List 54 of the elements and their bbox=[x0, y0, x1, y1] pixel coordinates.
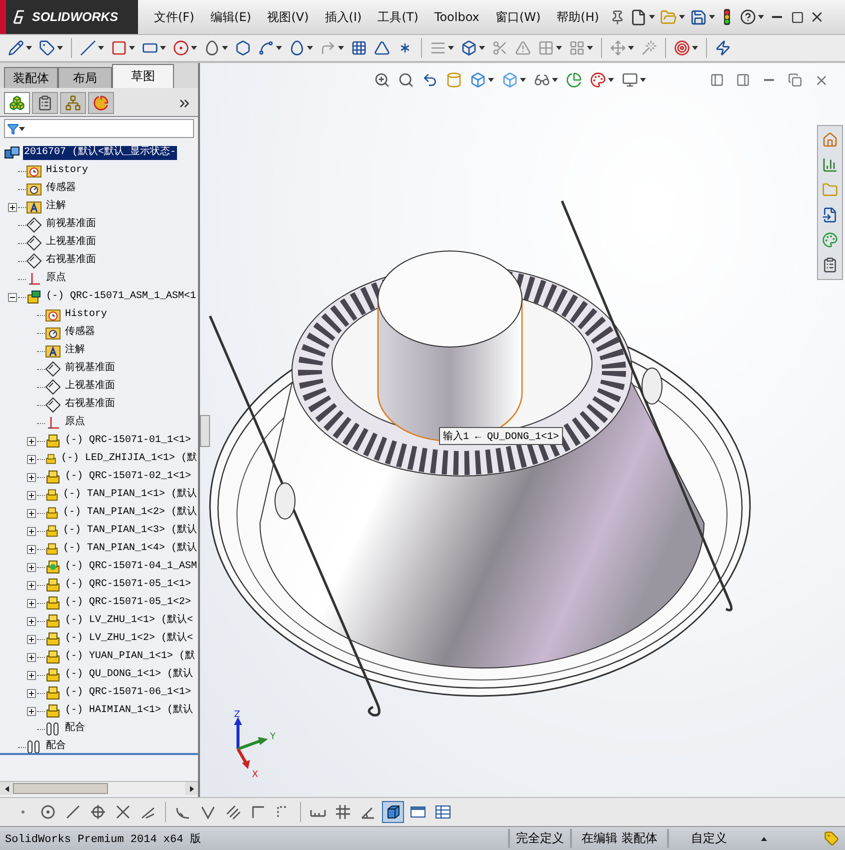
tree-item[interactable]: (-) TAN_PIAN_1<1> (默认 bbox=[62, 488, 198, 502]
tree-item[interactable]: 注解 bbox=[45, 200, 67, 214]
status-field: 在编辑 装配体 bbox=[570, 829, 667, 848]
tree-item[interactable]: (-) LV_ZHU_1<2> (默认< bbox=[64, 632, 194, 646]
tree-item[interactable]: 配合 bbox=[45, 740, 67, 753]
tree-item[interactable]: 传感器 bbox=[45, 182, 77, 196]
tree-item[interactable]: (-) QRC-15071-06_1<1> bbox=[64, 686, 192, 700]
tree-item[interactable]: History bbox=[45, 164, 90, 178]
tree-item[interactable]: 右视基准面 bbox=[45, 254, 97, 268]
tree-item[interactable]: 传感器 bbox=[64, 326, 96, 340]
tree-item[interactable]: 原点 bbox=[45, 272, 67, 286]
tree-item[interactable]: (-) QU_DONG_1<1> (默认 bbox=[64, 668, 194, 682]
status-field: 完全定义 bbox=[508, 829, 570, 848]
axis-label: Z bbox=[234, 710, 240, 720]
status-field: 自定义 bbox=[667, 829, 749, 848]
menu-item[interactable]: 工具(T) bbox=[370, 5, 426, 29]
tree-item[interactable]: (-) QRC-15071_ASM_1_ASM<1 bbox=[45, 290, 198, 304]
tree-item[interactable]: (-) TAN_PIAN_1<3> (默认 bbox=[62, 524, 198, 538]
manager-tab[interactable]: 草图 bbox=[112, 64, 174, 88]
tree-item[interactable]: 原点 bbox=[64, 416, 86, 430]
tree-item[interactable]: (-) QRC-15071-05_1<1> bbox=[64, 578, 192, 592]
menu-item[interactable]: 视图(V) bbox=[259, 5, 317, 29]
menu-item[interactable]: 帮助(H) bbox=[548, 5, 608, 29]
tree-item[interactable]: (-) YUAN_PIAN_1<1> (默 bbox=[64, 650, 196, 664]
tree-item[interactable]: (-) QRC-15071-02_1<1> bbox=[64, 470, 192, 484]
axis-label: Y bbox=[270, 732, 276, 742]
tree-item[interactable]: 上视基准面 bbox=[45, 236, 97, 250]
tree-item[interactable]: (-) LED_ZHIJIA_1<1> (默 bbox=[60, 452, 198, 466]
tree-item[interactable]: (-) LV_ZHU_1<1> (默认< bbox=[64, 614, 194, 628]
status-text: SolidWorks Premium 2014 x64 版 bbox=[4, 832, 202, 846]
tree-item[interactable]: History bbox=[64, 308, 108, 322]
menu-item[interactable]: 文件(F) bbox=[146, 5, 202, 29]
menu-item[interactable]: Toolbox bbox=[426, 5, 488, 29]
tree-item[interactable]: (-) TAN_PIAN_1<2> (默认 bbox=[62, 506, 198, 520]
tree-item[interactable]: 2016707 (默认<默认_显示状态- bbox=[23, 146, 178, 160]
axis-label: X bbox=[252, 770, 258, 779]
manager-tab[interactable]: 布局 bbox=[58, 67, 112, 88]
tree-item[interactable]: 前视基准面 bbox=[45, 218, 97, 232]
manager-tab[interactable]: 装配体 bbox=[4, 67, 58, 88]
tree-item[interactable]: 右视基准面 bbox=[64, 398, 116, 412]
menu-item[interactable]: 插入(I) bbox=[316, 5, 370, 29]
tree-item[interactable]: (-) TAN_PIAN_1<4> (默认 bbox=[62, 542, 198, 556]
tree-item[interactable]: 上视基准面 bbox=[64, 380, 116, 394]
tree-item[interactable]: (-) HAIMIAN_1<1> (默认 bbox=[64, 704, 194, 718]
tree-item[interactable]: 配合 bbox=[64, 722, 86, 736]
tree-item[interactable]: (-) QRC-15071-04_1_ASM bbox=[64, 560, 198, 574]
tree-item[interactable]: (-) QRC-15071-01_1<1> bbox=[64, 434, 192, 448]
tree-item[interactable]: 注解 bbox=[64, 344, 86, 358]
menu-item[interactable]: 窗口(W) bbox=[487, 5, 549, 29]
menu-item[interactable]: 编辑(E) bbox=[202, 5, 260, 29]
mate-label: 输入1 ← QU_DONG_1<1> bbox=[439, 427, 564, 445]
tree-item[interactable]: 前视基准面 bbox=[64, 362, 116, 376]
tree-item[interactable]: (-) QRC-15071-05_1<2> bbox=[64, 596, 192, 610]
app-logo: SOLIDWORKS bbox=[32, 10, 118, 24]
